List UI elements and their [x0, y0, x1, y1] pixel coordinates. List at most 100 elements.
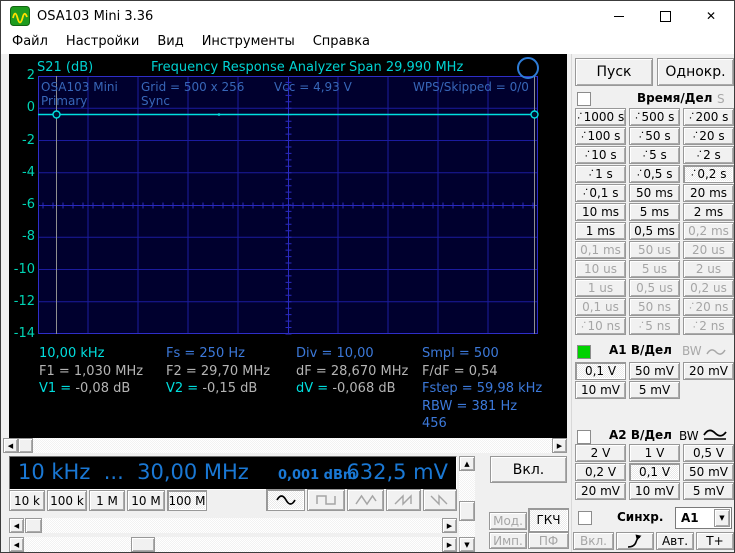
scope-h-scroll-thumb[interactable]	[18, 438, 33, 453]
scroll-left-icon[interactable]: ◀	[9, 537, 24, 552]
band-10k-button[interactable]: 10 k	[9, 490, 45, 511]
ch1-bandwidth-icon[interactable]	[706, 343, 726, 362]
time-div-50-us[interactable]: 50 us	[629, 241, 680, 259]
band-100k-button[interactable]: 100 k	[47, 490, 87, 511]
ch2-vdiv-20-mV[interactable]: 20 mV	[575, 482, 626, 500]
generator-coarse-thumb[interactable]	[25, 518, 42, 533]
menu-item-help[interactable]: Справка	[304, 31, 379, 54]
time-div-100-s[interactable]: ⠌ 100 s	[575, 127, 626, 145]
maximize-button[interactable]	[642, 1, 688, 31]
menu-item-tools[interactable]: Инструменты	[193, 31, 304, 54]
generator-fine-scrollbar[interactable]: ◀ ▶	[9, 537, 457, 552]
time-div-5-us[interactable]: 5 us	[629, 260, 680, 278]
pf-button[interactable]: ПФ	[528, 532, 569, 549]
menu-item-view[interactable]: Вид	[148, 31, 192, 54]
scroll-left-icon[interactable]: ◀	[3, 438, 18, 453]
waveform-ramp-down-button[interactable]	[423, 489, 457, 511]
trigger-edge-button[interactable]	[616, 532, 654, 550]
waveform-square-button[interactable]	[307, 489, 345, 511]
time-div-10-ns[interactable]: ⠌ 10 ns	[575, 317, 626, 335]
time-div-20-ms[interactable]: 20 ms	[683, 184, 734, 202]
ch1-vdiv-0-1-V[interactable]: 0,1 V	[575, 362, 626, 380]
menu-item-file[interactable]: Файл	[3, 31, 57, 54]
time-div-0-1-us[interactable]: 0,1 us	[575, 298, 626, 316]
time-div-1000-s[interactable]: ⠌ 1000 s	[575, 108, 626, 126]
ch1-vdiv-10-mV[interactable]: 10 mV	[575, 381, 626, 399]
modulation-button[interactable]: Мод.	[489, 512, 527, 530]
ch2-vdiv-0-1-V[interactable]: 0,1 V	[629, 463, 680, 481]
time-div-0-5-ms[interactable]: 0,5 ms	[629, 222, 680, 240]
menu-item-settings[interactable]: Настройки	[57, 31, 148, 54]
time-div-5-s[interactable]: ⠌ 5 s	[629, 146, 680, 164]
time-div-2-ms[interactable]: 2 ms	[683, 203, 734, 221]
scroll-right-icon[interactable]: ▶	[442, 537, 457, 552]
scroll-left-icon[interactable]: ◀	[9, 518, 24, 533]
ch2-vdiv-1-V[interactable]: 1 V	[629, 444, 680, 462]
time-div-1-s[interactable]: ⠌ 1 s	[575, 165, 626, 183]
time-div-20-s[interactable]: ⠌ 20 s	[683, 127, 734, 145]
ch1-vdiv-50-mV[interactable]: 50 mV	[629, 362, 680, 380]
title-bar[interactable]: OSA103 Mini 3.36 ✕	[1, 1, 734, 31]
time-div-10-ms[interactable]: 10 ms	[575, 203, 626, 221]
time-div-50-ms[interactable]: 50 ms	[629, 184, 680, 202]
sync-on-button[interactable]: Вкл.	[573, 532, 614, 550]
time-div-50-ns[interactable]: 50 ns	[629, 298, 680, 316]
time-div-0-2-ms[interactable]: 0,2 ms	[683, 222, 734, 240]
time-div-2-ns[interactable]: ⠌ 2 ns	[683, 317, 734, 335]
time-div-checkbox[interactable]	[577, 92, 591, 106]
trigger-polarity-button[interactable]: Т+	[696, 532, 734, 550]
close-button[interactable]: ✕	[688, 1, 734, 31]
ch2-vdiv-2-V[interactable]: 2 V	[575, 444, 626, 462]
auto-trigger-button[interactable]: Авт.	[656, 532, 694, 550]
scroll-right-icon[interactable]: ▶	[442, 518, 457, 533]
ch2-vdiv-50-mV[interactable]: 50 mV	[683, 463, 734, 481]
ch2-vdiv-5-mV[interactable]: 5 mV	[683, 482, 734, 500]
time-div-0-2-us[interactable]: 0,2 us	[683, 279, 734, 297]
time-div-1-us[interactable]: 1 us	[575, 279, 626, 297]
ch2-bandwidth-icon[interactable]	[703, 426, 727, 445]
time-div-1-ms[interactable]: 1 ms	[575, 222, 626, 240]
ch2-vdiv-10-mV[interactable]: 10 mV	[629, 482, 680, 500]
time-div-10-s[interactable]: ⠌ 10 s	[575, 146, 626, 164]
time-div-0-5-us[interactable]: 0,5 us	[629, 279, 680, 297]
amplitude-scroll-thumb[interactable]	[459, 501, 475, 521]
time-div-5-ms[interactable]: 5 ms	[629, 203, 680, 221]
generator-coarse-scrollbar[interactable]: ◀ ▶	[9, 518, 457, 533]
single-shot-button[interactable]: Однокр.	[657, 58, 734, 86]
time-div-0-1-s[interactable]: ⠌ 0,1 s	[575, 184, 626, 202]
generator-power-button[interactable]: Вкл.	[490, 456, 567, 483]
ch1-enable-checkbox[interactable]	[577, 345, 591, 359]
time-div-50-s[interactable]: ⠌ 50 s	[629, 127, 680, 145]
minimize-button[interactable]	[596, 1, 642, 31]
generator-fine-thumb[interactable]	[131, 537, 155, 552]
time-div-10-us[interactable]: 10 us	[575, 260, 626, 278]
band-10m-button[interactable]: 10 M	[127, 490, 165, 511]
scroll-right-icon[interactable]: ▶	[552, 438, 567, 453]
time-div-0-2-s[interactable]: ⠌ 0,2 s	[683, 165, 734, 183]
sync-checkbox[interactable]	[578, 511, 592, 525]
time-div-0-5-s[interactable]: ⠌ 0,5 s	[629, 165, 680, 183]
waveform-ramp-up-button[interactable]	[386, 489, 421, 511]
band-1m-button[interactable]: 1 M	[89, 490, 125, 511]
time-div-2-s[interactable]: ⠌ 2 s	[683, 146, 734, 164]
time-div-0-1-ms[interactable]: 0,1 ms	[575, 241, 626, 259]
time-div-5-ns[interactable]: ⠌ 5 ns	[629, 317, 680, 335]
ch2-vdiv-0-5-V[interactable]: 0,5 V	[683, 444, 734, 462]
scope-h-scrollbar[interactable]: ◀ ▶	[3, 438, 567, 453]
ch1-vdiv-5-mV[interactable]: 5 mV	[629, 381, 680, 399]
time-div-2-us[interactable]: 2 us	[683, 260, 734, 278]
sync-source-select[interactable]: A1 ▼	[675, 507, 732, 529]
ch1-vdiv-20-mV[interactable]: 20 mV	[683, 362, 734, 380]
waveform-sine-button[interactable]	[266, 489, 305, 511]
time-div-500-s[interactable]: ⠌ 500 s	[629, 108, 680, 126]
time-div-200-s[interactable]: ⠌ 200 s	[683, 108, 734, 126]
pulse-button[interactable]: Имп.	[489, 532, 527, 549]
ch2-enable-checkbox[interactable]	[577, 430, 591, 444]
run-button[interactable]: Пуск	[575, 58, 653, 86]
ch2-vdiv-0-2-V[interactable]: 0,2 V	[575, 463, 626, 481]
time-div-20-us[interactable]: 20 us	[683, 241, 734, 259]
scroll-up-icon[interactable]: ▲	[459, 456, 475, 471]
amplitude-scrollbar[interactable]: ▲ ▼	[459, 456, 475, 552]
time-div-20-ns[interactable]: ⠌ 20 ns	[683, 298, 734, 316]
scroll-down-icon[interactable]: ▼	[459, 537, 475, 552]
